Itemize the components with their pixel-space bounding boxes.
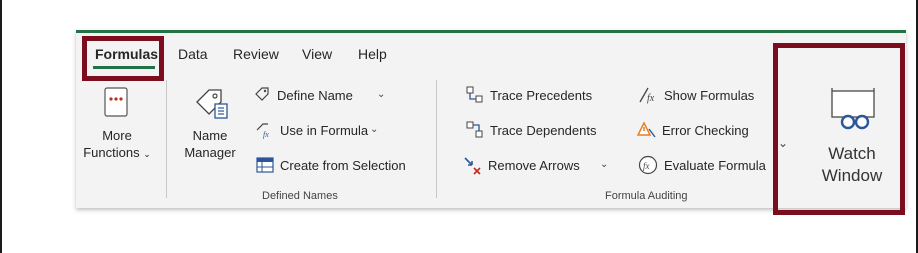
chevron-down-icon: ⌄	[377, 89, 386, 100]
create-from-selection-label: Create from Selection	[280, 158, 406, 173]
fx-icon: fx	[256, 123, 269, 139]
show-formulas-label: Show Formulas	[664, 88, 755, 103]
error-checking-label: Error Checking	[662, 123, 749, 138]
table-icon	[256, 157, 274, 173]
more-functions-label-1: More	[102, 128, 132, 143]
tag-icon	[255, 87, 269, 101]
trace-dependents-label: Trace Dependents	[490, 123, 597, 138]
remove-arrows-icon	[464, 157, 481, 175]
formulas-tab-highlight	[82, 36, 164, 81]
error-checking-icon	[637, 121, 656, 138]
trace-precedents-icon	[466, 86, 483, 103]
left-border	[0, 0, 2, 253]
watch-window-highlight	[773, 43, 905, 215]
group-separator	[436, 80, 437, 198]
more-functions-label-2: Functions	[83, 145, 140, 160]
group-separator	[166, 80, 167, 198]
chevron-down-icon: ⌄	[370, 124, 379, 135]
tab-view[interactable]: View	[302, 46, 332, 62]
more-functions-icon	[104, 87, 128, 117]
show-formulas-icon: fx	[639, 87, 655, 104]
formula-auditing-group-label: Formula Auditing	[605, 190, 688, 202]
defined-names-group-label: Defined Names	[262, 190, 338, 202]
trace-dependents-icon	[466, 121, 483, 138]
remove-arrows-label: Remove Arrows	[488, 158, 580, 173]
use-in-formula-label: Use in Formula	[280, 123, 369, 138]
chevron-down-icon: ⌄	[143, 149, 151, 159]
tab-help[interactable]: Help	[358, 46, 387, 62]
trace-precedents-label: Trace Precedents	[490, 88, 593, 103]
svg-text:fx: fx	[263, 130, 269, 139]
tab-review[interactable]: Review	[233, 46, 279, 62]
chevron-down-icon: ⌄	[600, 159, 609, 170]
define-name-label: Define Name	[277, 88, 353, 103]
tab-data[interactable]: Data	[178, 46, 208, 62]
evaluate-formula-label: Evaluate Formula	[664, 158, 766, 173]
svg-text:fx: fx	[643, 161, 650, 171]
svg-text:fx: fx	[647, 93, 655, 104]
ribbon-accent-bar	[76, 30, 906, 33]
name-manager-icon	[196, 89, 228, 119]
evaluate-formula-icon: fx	[638, 155, 658, 175]
name-manager-label-2: Manager	[184, 145, 236, 160]
name-manager-label-1: Name	[192, 128, 228, 143]
